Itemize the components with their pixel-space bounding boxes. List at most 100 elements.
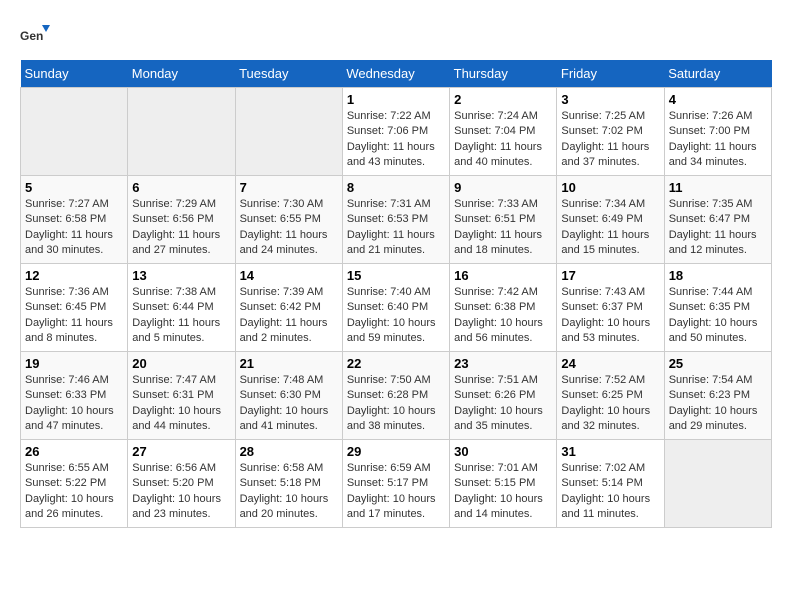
- day-info: Sunrise: 7:46 AM Sunset: 6:33 PM Dayligh…: [25, 373, 123, 435]
- week-row-2: 5 Sunrise: 7:27 AM Sunset: 6:58 PM Daylig…: [21, 176, 772, 264]
- calendar-cell: 16 Sunrise: 7:42 AM Sunset: 6:38 PM Dayli…: [450, 264, 557, 352]
- day-number: 3: [561, 92, 659, 107]
- day-info: Sunrise: 7:30 AM Sunset: 6:55 PM Dayligh…: [240, 197, 338, 259]
- week-row-1: 1 Sunrise: 7:22 AM Sunset: 7:06 PM Daylig…: [21, 88, 772, 176]
- weekday-header-wednesday: Wednesday: [342, 60, 449, 88]
- day-number: 11: [669, 180, 767, 195]
- calendar-cell: [128, 88, 235, 176]
- day-info: Sunrise: 7:39 AM Sunset: 6:42 PM Dayligh…: [240, 285, 338, 347]
- calendar-cell: [21, 88, 128, 176]
- page-header: Gen: [20, 20, 772, 50]
- day-number: 25: [669, 356, 767, 371]
- weekday-header-friday: Friday: [557, 60, 664, 88]
- day-info: Sunrise: 7:54 AM Sunset: 6:23 PM Dayligh…: [669, 373, 767, 435]
- calendar-cell: [664, 440, 771, 528]
- calendar-cell: 27 Sunrise: 6:56 AM Sunset: 5:20 PM Dayli…: [128, 440, 235, 528]
- calendar-cell: 23 Sunrise: 7:51 AM Sunset: 6:26 PM Dayli…: [450, 352, 557, 440]
- calendar-cell: 14Sunrise: 7:39 AM Sunset: 6:42 PM Dayli…: [235, 264, 342, 352]
- calendar-cell: 31 Sunrise: 7:02 AM Sunset: 5:14 PM Dayli…: [557, 440, 664, 528]
- day-info: Sunrise: 6:55 AM Sunset: 5:22 PM Dayligh…: [25, 461, 123, 523]
- day-number: 13: [132, 268, 230, 283]
- calendar-cell: 15Sunrise: 7:40 AM Sunset: 6:40 PM Dayli…: [342, 264, 449, 352]
- calendar-cell: 1 Sunrise: 7:22 AM Sunset: 7:06 PM Daylig…: [342, 88, 449, 176]
- day-info: Sunrise: 7:42 AM Sunset: 6:38 PM Dayligh…: [454, 285, 552, 347]
- day-info: Sunrise: 7:27 AM Sunset: 6:58 PM Dayligh…: [25, 197, 123, 259]
- day-number: 8: [347, 180, 445, 195]
- day-info: Sunrise: 7:24 AM Sunset: 7:04 PM Dayligh…: [454, 109, 552, 171]
- day-info: Sunrise: 7:44 AM Sunset: 6:35 PM Dayligh…: [669, 285, 767, 347]
- calendar-cell: 10 Sunrise: 7:34 AM Sunset: 6:49 PM Dayli…: [557, 176, 664, 264]
- calendar-cell: 17 Sunrise: 7:43 AM Sunset: 6:37 PM Dayli…: [557, 264, 664, 352]
- day-number: 5: [25, 180, 123, 195]
- calendar-cell: 11 Sunrise: 7:35 AM Sunset: 6:47 PM Dayli…: [664, 176, 771, 264]
- calendar-cell: 28 Sunrise: 6:58 AM Sunset: 5:18 PM Dayli…: [235, 440, 342, 528]
- weekday-header-tuesday: Tuesday: [235, 60, 342, 88]
- day-number: 15: [347, 268, 445, 283]
- day-number: 28: [240, 444, 338, 459]
- day-info: Sunrise: 7:22 AM Sunset: 7:06 PM Dayligh…: [347, 109, 445, 171]
- calendar-cell: 9 Sunrise: 7:33 AM Sunset: 6:51 PM Daylig…: [450, 176, 557, 264]
- calendar-cell: 5 Sunrise: 7:27 AM Sunset: 6:58 PM Daylig…: [21, 176, 128, 264]
- weekday-header-saturday: Saturday: [664, 60, 771, 88]
- calendar-cell: 25 Sunrise: 7:54 AM Sunset: 6:23 PM Dayli…: [664, 352, 771, 440]
- day-number: 18: [669, 268, 767, 283]
- day-info: Sunrise: 7:26 AM Sunset: 7:00 PM Dayligh…: [669, 109, 767, 171]
- calendar-cell: 22Sunrise: 7:50 AM Sunset: 6:28 PM Dayli…: [342, 352, 449, 440]
- day-number: 27: [132, 444, 230, 459]
- day-number: 9: [454, 180, 552, 195]
- day-number: 26: [25, 444, 123, 459]
- calendar-cell: 2 Sunrise: 7:24 AM Sunset: 7:04 PM Daylig…: [450, 88, 557, 176]
- day-info: Sunrise: 7:48 AM Sunset: 6:30 PM Dayligh…: [240, 373, 338, 435]
- day-number: 10: [561, 180, 659, 195]
- day-info: Sunrise: 7:47 AM Sunset: 6:31 PM Dayligh…: [132, 373, 230, 435]
- calendar-cell: 12Sunrise: 7:36 AM Sunset: 6:45 PM Dayli…: [21, 264, 128, 352]
- calendar-cell: 30 Sunrise: 7:01 AM Sunset: 5:15 PM Dayli…: [450, 440, 557, 528]
- day-info: Sunrise: 7:02 AM Sunset: 5:14 PM Dayligh…: [561, 461, 659, 523]
- day-info: Sunrise: 7:29 AM Sunset: 6:56 PM Dayligh…: [132, 197, 230, 259]
- calendar-cell: 6 Sunrise: 7:29 AM Sunset: 6:56 PM Daylig…: [128, 176, 235, 264]
- weekday-header-thursday: Thursday: [450, 60, 557, 88]
- day-info: Sunrise: 7:43 AM Sunset: 6:37 PM Dayligh…: [561, 285, 659, 347]
- day-number: 6: [132, 180, 230, 195]
- logo-icon: Gen: [20, 20, 50, 50]
- weekday-header-sunday: Sunday: [21, 60, 128, 88]
- calendar-cell: [235, 88, 342, 176]
- day-number: 1: [347, 92, 445, 107]
- day-number: 12: [25, 268, 123, 283]
- day-info: Sunrise: 7:25 AM Sunset: 7:02 PM Dayligh…: [561, 109, 659, 171]
- week-row-3: 12Sunrise: 7:36 AM Sunset: 6:45 PM Dayli…: [21, 264, 772, 352]
- day-info: Sunrise: 7:38 AM Sunset: 6:44 PM Dayligh…: [132, 285, 230, 347]
- calendar-cell: 29Sunrise: 6:59 AM Sunset: 5:17 PM Dayli…: [342, 440, 449, 528]
- day-number: 2: [454, 92, 552, 107]
- day-info: Sunrise: 7:34 AM Sunset: 6:49 PM Dayligh…: [561, 197, 659, 259]
- calendar-cell: 21 Sunrise: 7:48 AM Sunset: 6:30 PM Dayli…: [235, 352, 342, 440]
- day-number: 30: [454, 444, 552, 459]
- calendar-cell: 7 Sunrise: 7:30 AM Sunset: 6:55 PM Daylig…: [235, 176, 342, 264]
- day-number: 21: [240, 356, 338, 371]
- day-number: 22: [347, 356, 445, 371]
- svg-text:Gen: Gen: [20, 29, 43, 43]
- calendar-cell: 13 Sunrise: 7:38 AM Sunset: 6:44 PM Dayli…: [128, 264, 235, 352]
- day-info: Sunrise: 7:31 AM Sunset: 6:53 PM Dayligh…: [347, 197, 445, 259]
- day-info: Sunrise: 7:01 AM Sunset: 5:15 PM Dayligh…: [454, 461, 552, 523]
- logo: Gen: [20, 20, 54, 50]
- day-number: 17: [561, 268, 659, 283]
- day-info: Sunrise: 6:56 AM Sunset: 5:20 PM Dayligh…: [132, 461, 230, 523]
- day-info: Sunrise: 6:58 AM Sunset: 5:18 PM Dayligh…: [240, 461, 338, 523]
- day-number: 19: [25, 356, 123, 371]
- day-number: 7: [240, 180, 338, 195]
- day-info: Sunrise: 7:51 AM Sunset: 6:26 PM Dayligh…: [454, 373, 552, 435]
- day-number: 29: [347, 444, 445, 459]
- calendar-cell: 8 Sunrise: 7:31 AM Sunset: 6:53 PM Daylig…: [342, 176, 449, 264]
- calendar-cell: 4Sunrise: 7:26 AM Sunset: 7:00 PM Daylig…: [664, 88, 771, 176]
- calendar-cell: 18 Sunrise: 7:44 AM Sunset: 6:35 PM Dayli…: [664, 264, 771, 352]
- calendar-cell: 24Sunrise: 7:52 AM Sunset: 6:25 PM Dayli…: [557, 352, 664, 440]
- calendar-cell: 3 Sunrise: 7:25 AM Sunset: 7:02 PM Daylig…: [557, 88, 664, 176]
- day-number: 16: [454, 268, 552, 283]
- day-number: 23: [454, 356, 552, 371]
- day-number: 31: [561, 444, 659, 459]
- day-info: Sunrise: 7:35 AM Sunset: 6:47 PM Dayligh…: [669, 197, 767, 259]
- week-row-5: 26 Sunrise: 6:55 AM Sunset: 5:22 PM Dayli…: [21, 440, 772, 528]
- day-info: Sunrise: 7:52 AM Sunset: 6:25 PM Dayligh…: [561, 373, 659, 435]
- day-info: Sunrise: 7:33 AM Sunset: 6:51 PM Dayligh…: [454, 197, 552, 259]
